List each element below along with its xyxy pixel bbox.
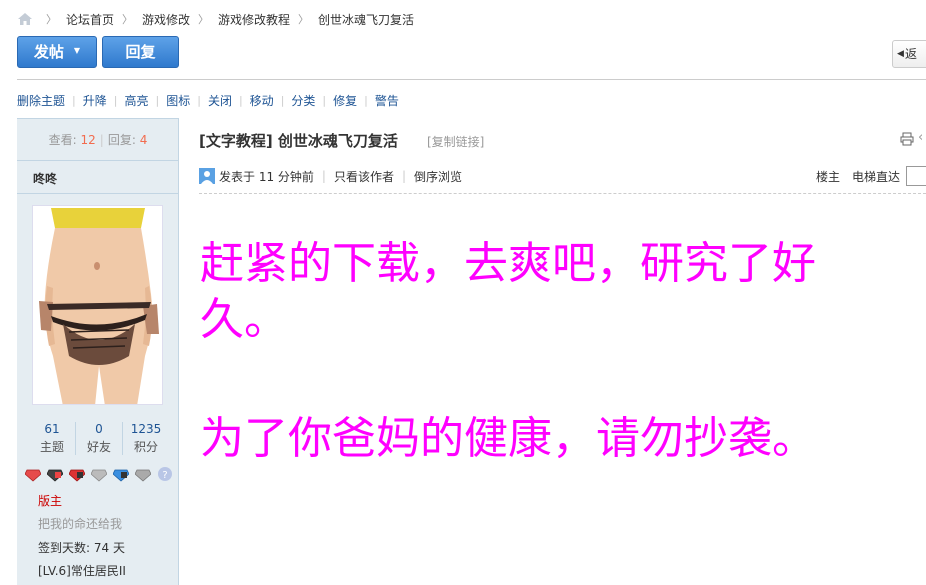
stat-threads[interactable]: 61 主题 xyxy=(29,422,76,455)
post-body: 赶紧的下载，去爽吧，研究了好久。 为了你爸妈的健康，请勿抄袭。 xyxy=(200,236,900,467)
home-icon[interactable] xyxy=(18,13,32,25)
separator: | xyxy=(155,93,160,107)
mod-bump[interactable]: 升降 xyxy=(83,92,107,109)
stat-value: 0 xyxy=(95,422,103,436)
stat-value: 1235 xyxy=(130,422,162,436)
avatar[interactable] xyxy=(32,205,163,405)
stat-label: 主题 xyxy=(39,440,64,454)
author-stats: 61 主题 0 好友 1235 积分 xyxy=(29,422,169,455)
medal-row: ? xyxy=(25,466,173,482)
replies-count: 4 xyxy=(139,133,148,147)
author-signature: 把我的命还给我 xyxy=(38,517,123,531)
separator: | xyxy=(197,93,201,107)
only-author-link[interactable]: 只看该作者 xyxy=(334,168,394,185)
mod-warn[interactable]: 警告 xyxy=(375,92,399,109)
breadcrumb-forum-home[interactable]: 论坛首页 xyxy=(66,11,114,28)
silver-medal-icon[interactable] xyxy=(91,466,107,482)
divider xyxy=(17,79,926,80)
replies-label: 回复: xyxy=(107,133,136,147)
avatar-image xyxy=(33,206,162,404)
views-count: 12 xyxy=(80,133,96,147)
breadcrumb-separator: 〉 xyxy=(298,13,310,26)
separator: | xyxy=(238,93,243,107)
separator: | xyxy=(322,93,327,107)
stat-value: 61 xyxy=(44,422,60,436)
separator: | xyxy=(99,133,104,147)
thread-title: [文字教程] 创世冰魂飞刀复活 xyxy=(199,132,398,150)
return-label: 返 xyxy=(905,47,918,61)
post-paragraph: 为了你爸妈的健康，请勿抄袭。 xyxy=(200,413,816,464)
separator: | xyxy=(280,93,285,107)
stat-points[interactable]: 1235 积分 xyxy=(123,422,169,455)
checkin-days: 签到天数: 74 天 xyxy=(38,541,125,555)
separator: | xyxy=(113,93,118,107)
separator: | xyxy=(401,169,407,183)
separator: | xyxy=(321,169,326,183)
red-black-medal-icon[interactable] xyxy=(69,466,85,482)
breadcrumb-separator: 〉 xyxy=(122,13,134,26)
views-label: 查看: xyxy=(48,133,77,147)
black-medal-icon[interactable] xyxy=(47,466,63,482)
breadcrumb-separator: 〉 xyxy=(198,13,210,26)
online-user-icon xyxy=(199,168,215,184)
blue-medal-icon[interactable] xyxy=(113,466,129,482)
divider xyxy=(17,160,178,161)
elevator-label: 电梯直达 xyxy=(852,170,901,184)
mod-move[interactable]: 移动 xyxy=(250,92,274,109)
post-time: 发表于 11 分钟前 xyxy=(219,169,314,184)
floor-label: 楼主 xyxy=(816,170,841,184)
copy-link[interactable]: [复制链接] xyxy=(427,133,484,150)
stat-label: 好友 xyxy=(86,440,111,454)
mod-category[interactable]: 分类 xyxy=(291,92,315,109)
breadcrumb-game-mod[interactable]: 游戏修改 xyxy=(142,11,190,28)
separator: | xyxy=(364,93,368,107)
red-medal-icon[interactable] xyxy=(25,466,41,482)
prev-thread-icon[interactable]: ‹ xyxy=(918,130,923,145)
moderation-bar: 删除主题 | 升降 | 高亮 | 图标 | 关闭 | 移动 | 分类 | 修复 | 警告 xyxy=(17,92,399,108)
dropdown-caret-icon: ▼ xyxy=(73,45,81,55)
help-icon[interactable]: ? xyxy=(157,466,173,482)
back-arrow-icon: ◀ xyxy=(897,49,904,59)
svg-text:?: ? xyxy=(162,470,167,481)
divider xyxy=(199,193,926,194)
breadcrumb-tutorials[interactable]: 游戏修改教程 xyxy=(218,11,290,28)
author-panel: 查看: 12 | 回复: 4 咚咚 61 主题 0 好友 1235 积分 ? 版… xyxy=(17,118,179,585)
divider xyxy=(17,193,178,194)
mod-close[interactable]: 关闭 xyxy=(208,92,232,109)
stat-label: 积分 xyxy=(133,440,158,454)
breadcrumb-current-thread[interactable]: 创世冰魂飞刀复活 xyxy=(318,11,414,28)
new-post-button[interactable]: 发帖 ▼ xyxy=(17,36,97,68)
separator: | xyxy=(72,93,76,107)
reply-button[interactable]: 回复 xyxy=(102,36,179,68)
mod-delete-thread[interactable]: 删除主题 xyxy=(17,92,65,109)
return-button[interactable]: ◀ 返 xyxy=(892,40,926,68)
gray-medal-icon[interactable] xyxy=(135,466,151,482)
breadcrumb: 〉 论坛首页 〉 游戏修改 〉 游戏修改教程 〉 创世冰魂飞刀复活 xyxy=(18,10,414,28)
new-post-label: 发帖 xyxy=(33,43,64,61)
post-meta: 发表于 11 分钟前 | 只看该作者 | 倒序浏览 xyxy=(199,168,462,184)
author-level: [LV.6]常住居民II xyxy=(38,564,126,578)
breadcrumb-separator: 〉 xyxy=(46,13,57,26)
thread-stats: 查看: 12 | 回复: 4 xyxy=(17,131,179,148)
author-rank: 版主 xyxy=(38,494,63,508)
mod-highlight[interactable]: 高亮 xyxy=(124,92,148,109)
reply-label: 回复 xyxy=(125,43,156,61)
floor-jump-input[interactable] xyxy=(906,166,926,186)
mod-repair[interactable]: 修复 xyxy=(333,92,357,109)
print-icon[interactable] xyxy=(900,132,914,146)
mod-icon[interactable]: 图标 xyxy=(166,92,190,109)
post-paragraph: 赶紧的下载，去爽吧，研究了好久。 xyxy=(200,238,816,345)
stat-friends[interactable]: 0 好友 xyxy=(76,422,123,455)
author-name[interactable]: 咚咚 xyxy=(33,170,57,187)
reverse-order-link[interactable]: 倒序浏览 xyxy=(414,168,462,185)
